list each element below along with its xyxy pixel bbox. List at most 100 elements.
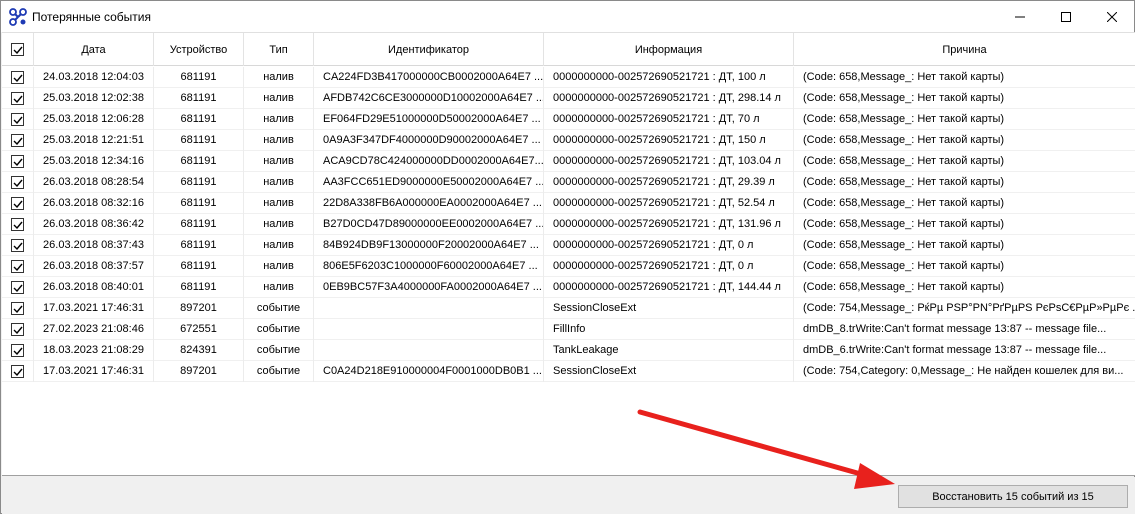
events-table[interactable]: Дата Устройство Тип Идентификатор Информ… (2, 32, 1135, 476)
cell-type: налив (244, 277, 314, 298)
cell-device: 681191 (154, 130, 244, 151)
cell-reason: (Code: 754,Message_: РќРµ PSP°PN°PґPµPS … (803, 302, 1135, 314)
cell-date: 25.03.2018 12:02:38 (34, 88, 154, 109)
cell-identifier: AA3FCC651ED9000000E50002000A64E7 ... (314, 172, 544, 193)
bottom-panel: Восстановить 15 событий из 15 (2, 477, 1135, 514)
cell-date: 26.03.2018 08:37:43 (34, 235, 154, 256)
cell-date: 25.03.2018 12:06:28 (34, 109, 154, 130)
lost-events-window: Потерянные события Дата Устройство Тип И… (0, 0, 1135, 514)
row-checkbox[interactable] (11, 71, 24, 84)
row-checkbox-cell[interactable] (2, 340, 34, 361)
table-row[interactable]: 26.03.2018 08:40:01 681191 налив 0EB9BC57F3… (2, 277, 1135, 298)
row-checkbox-cell[interactable] (2, 130, 34, 151)
close-icon (1107, 11, 1117, 22)
cell-type: налив (244, 67, 314, 88)
minimize-icon (1015, 16, 1025, 17)
cell-identifier: C0A24D218E910000004F0001000DB0B1 ... (314, 361, 544, 382)
column-header-reason[interactable]: Причина (794, 33, 1135, 66)
cell-info: 0000000000-002572690521721 : ДТ, 150 л (544, 130, 794, 151)
row-checkbox[interactable] (11, 365, 24, 378)
cell-type: налив (244, 151, 314, 172)
row-checkbox-cell[interactable] (2, 214, 34, 235)
cell-date: 18.03.2023 21:08:29 (34, 340, 154, 361)
row-checkbox[interactable] (11, 260, 24, 273)
row-checkbox[interactable] (11, 134, 24, 147)
column-header-info[interactable]: Информация (544, 33, 794, 66)
row-checkbox[interactable] (11, 218, 24, 231)
cell-type: налив (244, 172, 314, 193)
row-checkbox[interactable] (11, 176, 24, 189)
row-checkbox[interactable] (11, 302, 24, 315)
table-row[interactable]: 17.03.2021 17:46:31 897201 событие C0A24D21… (2, 361, 1135, 382)
cell-reason: (Code: 658,Message_: Нет такой карты) (803, 71, 1005, 83)
row-checkbox[interactable] (11, 281, 24, 294)
row-checkbox[interactable] (11, 113, 24, 126)
header-select-all-cell[interactable] (2, 33, 34, 66)
row-checkbox[interactable] (11, 155, 24, 168)
row-checkbox[interactable] (11, 344, 24, 357)
cell-type: событие (244, 319, 314, 340)
cell-date: 24.03.2018 12:04:03 (34, 67, 154, 88)
table-row[interactable]: 25.03.2018 12:21:51 681191 налив 0A9A3F347D… (2, 130, 1135, 151)
restore-events-button[interactable]: Восстановить 15 событий из 15 (898, 485, 1128, 508)
cell-info: 0000000000-002572690521721 : ДТ, 0 л (544, 256, 794, 277)
row-checkbox-cell[interactable] (2, 151, 34, 172)
table-row[interactable]: 26.03.2018 08:36:42 681191 налив B27D0CD47D… (2, 214, 1135, 235)
cell-info: 0000000000-002572690521721 : ДТ, 103.04 … (544, 151, 794, 172)
column-header-date[interactable]: Дата (34, 33, 154, 66)
column-header-device[interactable]: Устройство (154, 33, 244, 66)
table-row[interactable]: 26.03.2018 08:37:43 681191 налив 84B924DB9F… (2, 235, 1135, 256)
row-checkbox[interactable] (11, 92, 24, 105)
row-checkbox[interactable] (11, 197, 24, 210)
row-checkbox-cell[interactable] (2, 172, 34, 193)
cell-identifier (314, 319, 544, 340)
checkmark-icon (13, 221, 23, 229)
close-button[interactable] (1089, 1, 1135, 32)
select-all-checkbox[interactable] (11, 43, 24, 56)
table-row[interactable]: 18.03.2023 21:08:29 824391 событие TankLeak… (2, 340, 1135, 361)
cell-date: 26.03.2018 08:40:01 (34, 277, 154, 298)
row-checkbox-cell[interactable] (2, 298, 34, 319)
row-checkbox-cell[interactable] (2, 256, 34, 277)
row-checkbox-cell[interactable] (2, 67, 34, 88)
cell-info: SessionCloseExt (544, 298, 794, 319)
row-checkbox-cell[interactable] (2, 235, 34, 256)
table-row[interactable]: 25.03.2018 12:02:38 681191 налив AFDB742C6C… (2, 88, 1135, 109)
table-row[interactable]: 17.03.2021 17:46:31 897201 событие SessionC… (2, 298, 1135, 319)
table-row[interactable]: 24.03.2018 12:04:03 681191 налив CA224FD3B4… (2, 67, 1135, 88)
column-header-identifier[interactable]: Идентификатор (314, 33, 544, 66)
row-checkbox-cell[interactable] (2, 277, 34, 298)
maximize-button[interactable] (1043, 1, 1089, 32)
cell-identifier: 806E5F6203C1000000F60002000A64E7 ... (314, 256, 544, 277)
row-checkbox-cell[interactable] (2, 361, 34, 382)
row-checkbox-cell[interactable] (2, 193, 34, 214)
cell-reason: (Code: 658,Message_: Нет такой карты) (803, 281, 1005, 293)
column-header-type[interactable]: Тип (244, 33, 314, 66)
table-row[interactable]: 26.03.2018 08:32:16 681191 налив 22D8A338FB… (2, 193, 1135, 214)
table-row[interactable]: 26.03.2018 08:37:57 681191 налив 806E5F6203… (2, 256, 1135, 277)
row-checkbox-cell[interactable] (2, 88, 34, 109)
cell-device: 681191 (154, 109, 244, 130)
checkmark-icon (13, 368, 23, 376)
row-checkbox[interactable] (11, 239, 24, 252)
cell-device: 897201 (154, 298, 244, 319)
checkmark-icon (13, 179, 23, 187)
cell-info: 0000000000-002572690521721 : ДТ, 0 л (544, 235, 794, 256)
cell-device: 897201 (154, 361, 244, 382)
cell-reason: dmDB_8.trWrite:Can't format message 13:8… (803, 323, 1107, 335)
table-row[interactable]: 25.03.2018 12:34:16 681191 налив ACA9CD78C4… (2, 151, 1135, 172)
table-row[interactable]: 27.02.2023 21:08:46 672551 событие FillInfo… (2, 319, 1135, 340)
row-checkbox-cell[interactable] (2, 109, 34, 130)
cell-date: 17.03.2021 17:46:31 (34, 361, 154, 382)
minimize-button[interactable] (997, 1, 1043, 32)
cell-identifier: B27D0CD47D89000000EE0002000A64E7 ... (314, 214, 544, 235)
row-checkbox-cell[interactable] (2, 319, 34, 340)
table-row[interactable]: 25.03.2018 12:06:28 681191 налив EF064FD29E… (2, 109, 1135, 130)
table-row[interactable]: 26.03.2018 08:28:54 681191 налив AA3FCC651E… (2, 172, 1135, 193)
title-bar[interactable]: Потерянные события (1, 1, 1134, 32)
checkmark-icon (13, 116, 23, 124)
cell-device: 672551 (154, 319, 244, 340)
cell-reason: (Code: 658,Message_: Нет такой карты) (803, 155, 1005, 167)
row-checkbox[interactable] (11, 323, 24, 336)
cell-info: 0000000000-002572690521721 : ДТ, 131.96 … (544, 214, 794, 235)
